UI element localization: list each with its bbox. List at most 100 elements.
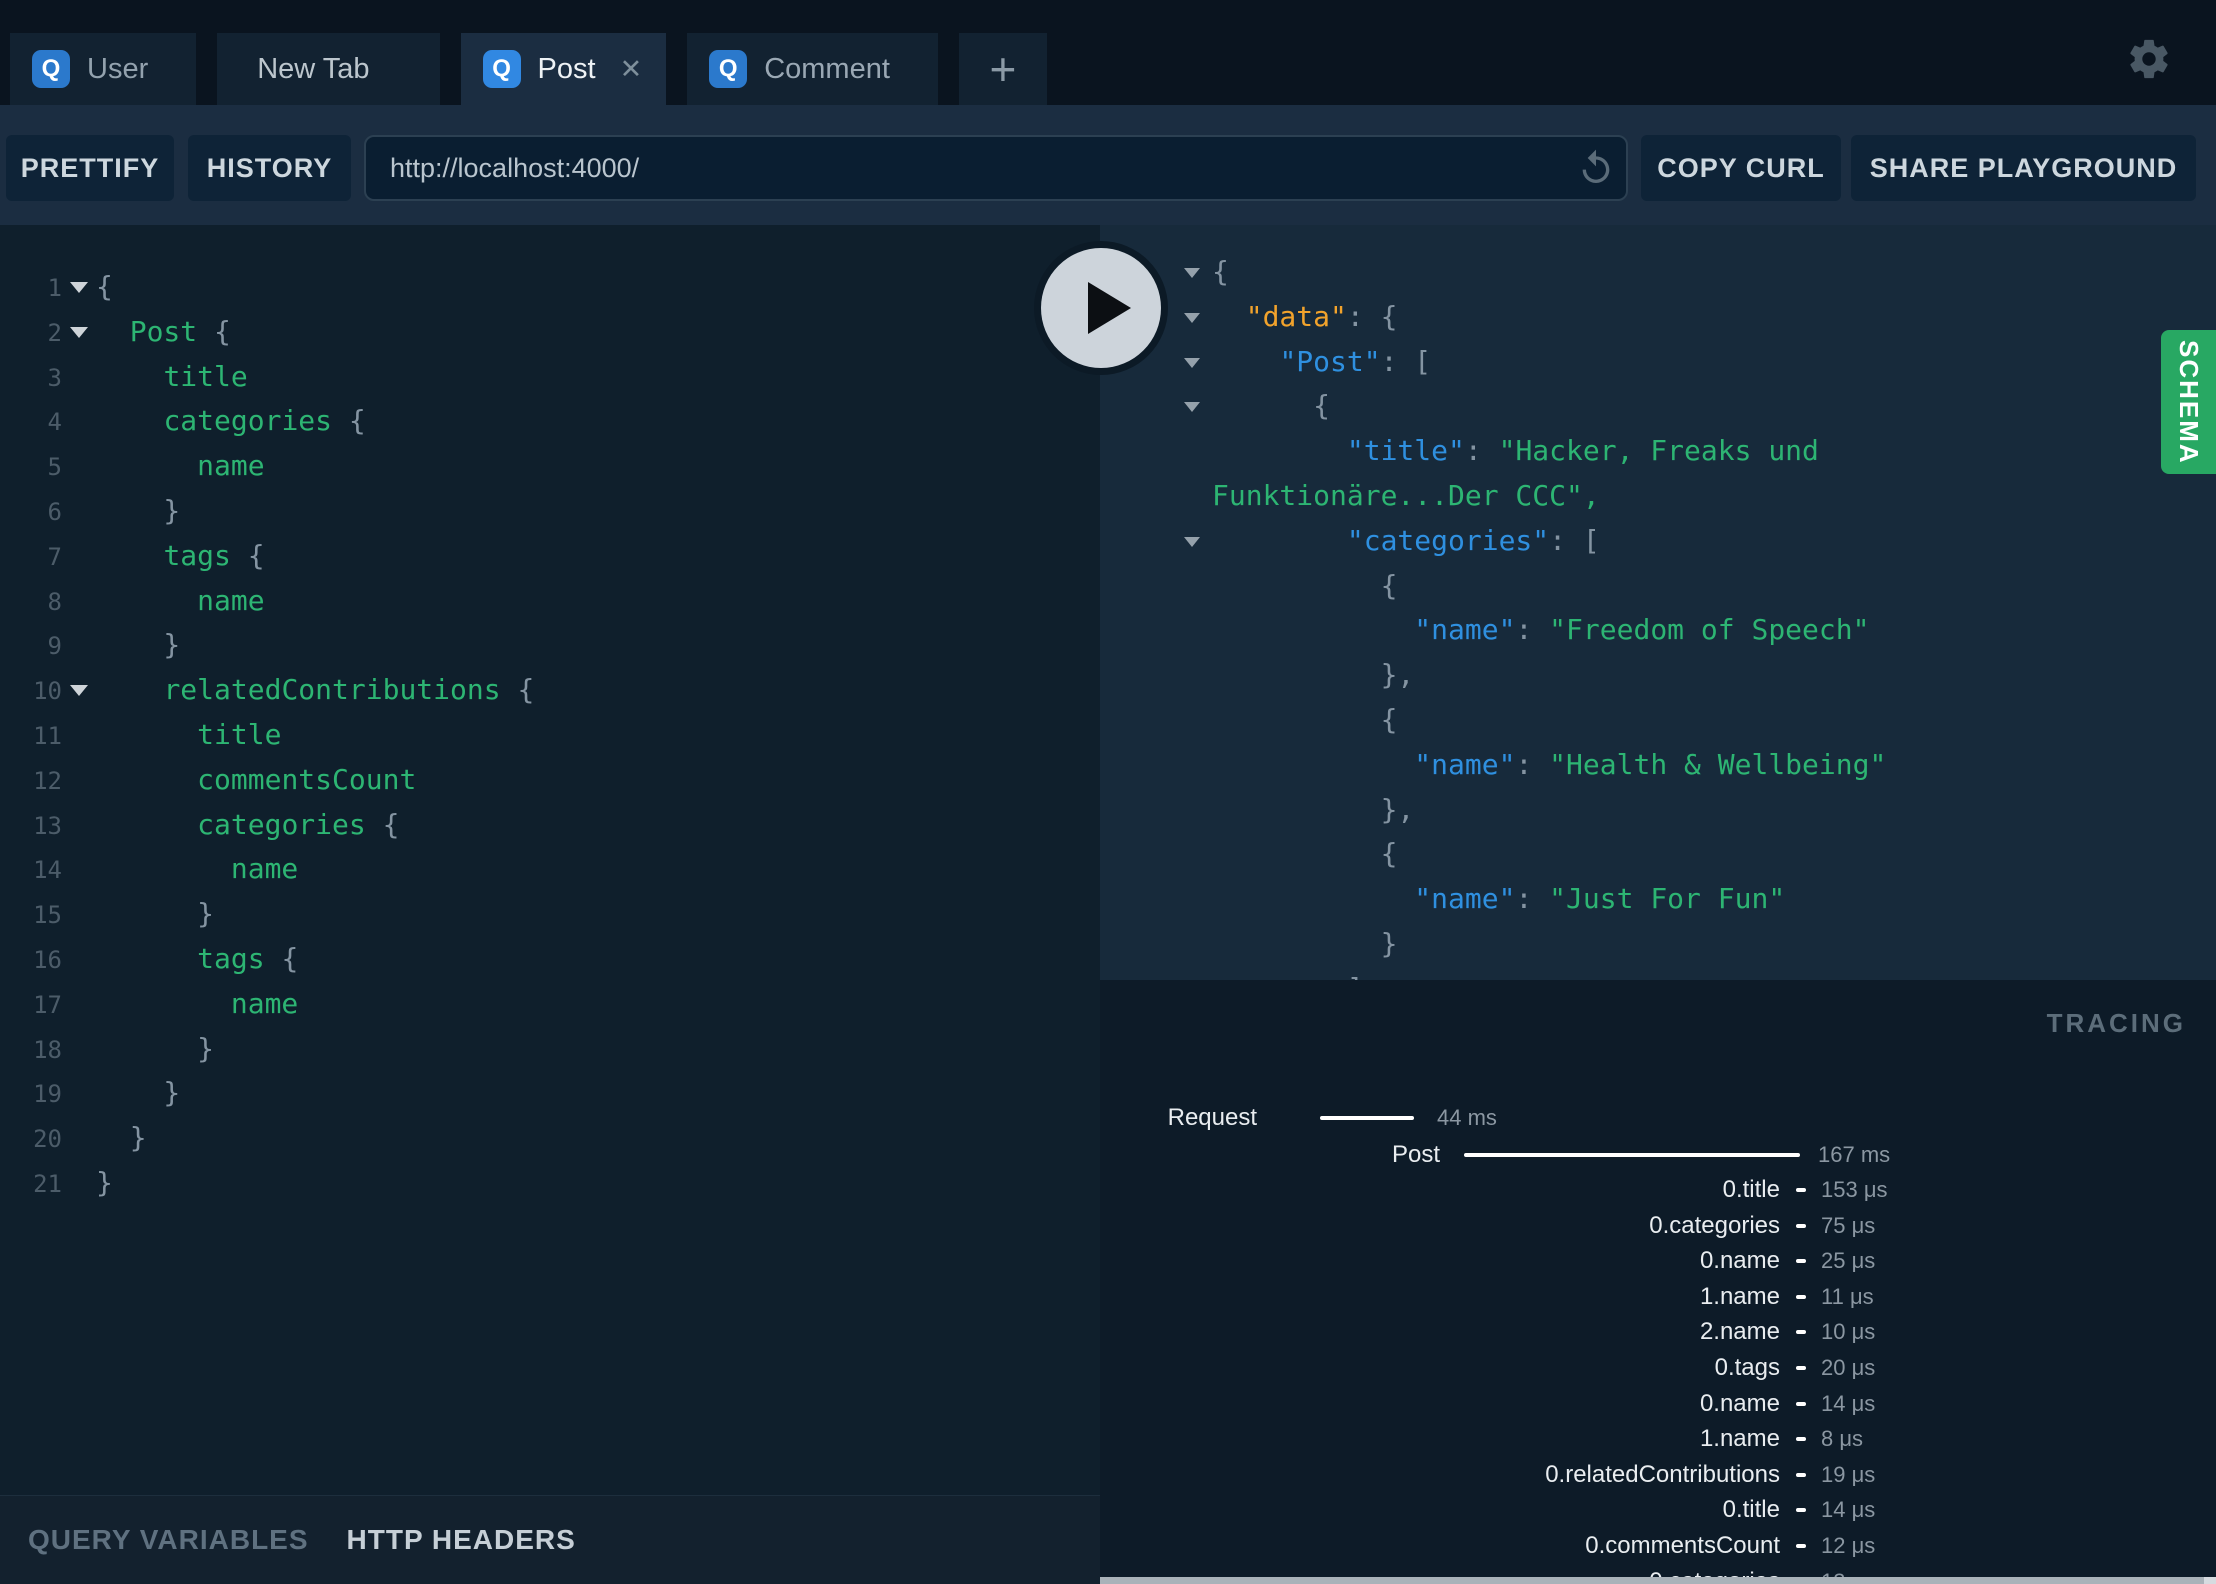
trace-label: 0.name (1699, 1389, 1780, 1417)
trace-label: 1.name (1699, 1282, 1780, 1310)
trace-duration-bar (1796, 1259, 1806, 1264)
tracing-panel[interactable]: TRACING Request 44 ms Post 167 ms 0.title 153… (1100, 980, 2216, 1584)
share-playground-button[interactable]: SHARE PLAYGROUND (1851, 135, 2196, 201)
code-token: } (96, 1031, 215, 1065)
trace-label: 0.relatedContributions (1545, 1460, 1780, 1488)
line-number: 2 (47, 318, 62, 347)
trace-duration-bar (1796, 1223, 1806, 1228)
response-line: { (1100, 832, 2216, 877)
editor-line: 7 tags { (0, 534, 1100, 579)
code-token: tags (163, 538, 231, 572)
tracing-row: 1.name 11 μs (1100, 1281, 2216, 1313)
fold-arrow-icon[interactable] (70, 685, 88, 697)
code-token: } (96, 1076, 181, 1110)
prettify-button[interactable]: PRETTIFY (6, 135, 174, 201)
tracing-row: 0.title 14 μs (1100, 1494, 2216, 1526)
tracing-row: Request 44 ms (1100, 1102, 2216, 1134)
tracing-row: 0.categories 75 μs (1100, 1210, 2216, 1242)
code-token: "Just For Fun" (1549, 882, 1786, 916)
fold-arrow-icon[interactable] (70, 326, 88, 338)
execute-button[interactable] (1034, 241, 1168, 375)
line-number: 16 (33, 945, 62, 974)
schema-tab-button[interactable]: SCHEMA (2161, 330, 2216, 474)
code-token: : (1515, 882, 1550, 916)
response-line: "name": "Just For Fun" (1100, 877, 2216, 922)
trace-value: 14 μs (1821, 1497, 1876, 1523)
code-token: { (230, 538, 265, 572)
line-number: 9 (47, 632, 62, 661)
code-token: name (197, 583, 265, 617)
trace-duration-bar (1796, 1188, 1806, 1192)
tab-new-tab[interactable]: New Tab (217, 33, 440, 105)
fold-arrow-icon[interactable] (70, 282, 88, 293)
url-bar (364, 135, 1628, 201)
trace-value: 20 μs (1821, 1355, 1876, 1380)
line-number: 14 (33, 856, 62, 885)
editor-line: 13 categories { (0, 803, 1100, 848)
collapse-gutter (1184, 340, 1212, 385)
code-token: } (96, 1165, 113, 1199)
reload-icon[interactable] (1576, 148, 1616, 188)
copy-curl-button[interactable]: COPY CURL (1641, 135, 1841, 201)
new-tab-button[interactable]: + (958, 33, 1047, 105)
code-token: { (1212, 389, 1331, 423)
tracing-row: 0.relatedContributions 19 μs (1100, 1459, 2216, 1491)
tab-post[interactable]: Q Post ✕ (460, 33, 667, 105)
trace-value: 11 μs (1821, 1283, 1874, 1309)
code-token: : [ (1380, 344, 1432, 378)
response-line: "name": "Health & Wellbeing" (1100, 743, 2216, 788)
trace-value: 153 μs (1821, 1177, 1888, 1202)
collapse-arrow-icon[interactable] (1184, 312, 1200, 323)
fold-gutter (62, 310, 96, 355)
line-number: 5 (47, 453, 62, 482)
settings-gear-icon[interactable] (2126, 36, 2172, 82)
tab-label: Post (537, 52, 596, 85)
collapse-arrow-icon[interactable] (1184, 268, 1200, 278)
code-token: { (332, 404, 366, 438)
collapse-gutter (1184, 519, 1212, 564)
collapse-gutter (1184, 295, 1212, 340)
code-token: { (1212, 702, 1398, 736)
code-token: name (197, 449, 265, 483)
response-line: "Post": [ (1100, 340, 2216, 385)
query-badge-icon: Q (482, 50, 521, 88)
query-variables-tab[interactable]: QUERY VARIABLES (28, 1524, 309, 1556)
code-token: "Health & Wellbeing" (1549, 747, 1887, 781)
code-token: : (1464, 434, 1499, 468)
collapse-arrow-icon[interactable] (1184, 357, 1200, 368)
query-editor[interactable]: 1{2 Post {3 title 4 categories {5 name 6 }… (0, 225, 1100, 1584)
collapse-arrow-icon[interactable] (1184, 402, 1200, 413)
tracing-row: 0.name 14 μs (1100, 1388, 2216, 1420)
close-tab-icon[interactable]: ✕ (620, 55, 643, 83)
tracing-scrollbar[interactable] (1100, 1577, 2216, 1584)
url-input[interactable] (364, 135, 1628, 201)
history-button[interactable]: HISTORY (188, 135, 351, 201)
tab-label: Comment (764, 52, 890, 85)
collapse-arrow-icon[interactable] (1184, 536, 1200, 547)
line-number: 12 (33, 766, 62, 795)
tab-comment[interactable]: Q Comment (687, 33, 938, 105)
collapse-gutter (1184, 250, 1212, 295)
editor-line: 1{ (0, 265, 1100, 310)
editor-line: 20 } (0, 1116, 1100, 1161)
response-line: }, (1100, 788, 2216, 833)
editor-line: 18 } (0, 1027, 1100, 1072)
tab-label: User (87, 52, 149, 85)
tab-user[interactable]: Q User (10, 33, 197, 105)
http-headers-tab[interactable]: HTTP HEADERS (347, 1524, 576, 1556)
code-token: { (96, 270, 113, 303)
editor-line: 4 categories { (0, 399, 1100, 444)
response-line: "data": { (1100, 295, 2216, 340)
code-token: { (1212, 837, 1398, 871)
tracing-title: TRACING (2046, 1008, 2186, 1038)
query-badge-icon: Q (32, 50, 70, 88)
line-number: 1 (47, 274, 62, 302)
trace-duration-bar (1796, 1366, 1806, 1370)
line-number: 17 (33, 990, 62, 1019)
tab-label: New Tab (257, 52, 370, 85)
code-token: name (230, 852, 299, 886)
